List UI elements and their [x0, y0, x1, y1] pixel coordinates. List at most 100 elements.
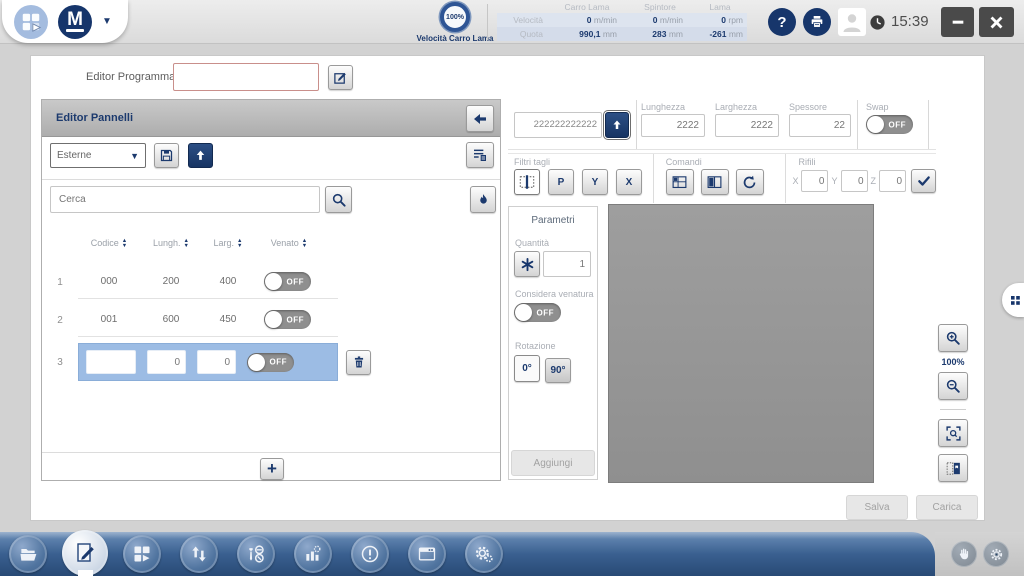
load-piece-button[interactable]: [605, 112, 629, 138]
top-bar: M ▼ 100% Velocità Carro Lama Carro Lama …: [0, 0, 1024, 44]
confirm-trims-button[interactable]: [911, 169, 936, 193]
logo-group: M ▼: [2, 0, 128, 43]
collapse-panel-button[interactable]: [466, 105, 494, 132]
readout-col-lama: Lama: [693, 2, 747, 12]
open-program-button[interactable]: [9, 535, 47, 573]
pause-hand-button[interactable]: [951, 541, 977, 567]
cutting-scheme-icon: [671, 174, 688, 191]
save-panels-button[interactable]: [154, 143, 179, 168]
add-piece-button[interactable]: Aggiungi: [511, 450, 595, 476]
trim-y-input[interactable]: [841, 170, 868, 192]
panel-row-2[interactable]: 2 001 600 450 OFF: [42, 302, 500, 338]
row3-larg-input[interactable]: [197, 350, 236, 374]
cutting-scheme-canvas[interactable]: [608, 204, 874, 483]
active-tab-notch: [78, 570, 93, 576]
panel-list-button[interactable]: [466, 142, 494, 168]
rotation-0-button[interactable]: 0°: [514, 355, 540, 382]
taskbar-right: [935, 532, 1024, 576]
optimize-button[interactable]: [666, 169, 694, 195]
close-button[interactable]: [979, 7, 1014, 37]
refresh-button[interactable]: [736, 169, 764, 195]
row2-venato-toggle[interactable]: OFF: [264, 310, 311, 329]
diagnostics-button[interactable]: [408, 535, 446, 573]
tooling-button[interactable]: [237, 535, 275, 573]
program-editor-label: Editor Programma: [86, 71, 175, 83]
topbar-divider: [487, 4, 488, 40]
header-lungh[interactable]: Lungh.▲▼: [140, 238, 202, 248]
quantity-input[interactable]: [543, 251, 591, 277]
check-icon: [917, 174, 931, 188]
header-venato[interactable]: Venato▲▼: [254, 238, 324, 248]
split-view-button[interactable]: [701, 169, 729, 195]
swap-toggle[interactable]: OFF: [866, 115, 913, 134]
grain-toggle[interactable]: OFF: [514, 303, 561, 322]
save-button[interactable]: Salva: [846, 495, 908, 520]
rotation-90-button[interactable]: 90°: [545, 358, 571, 383]
panel-row-3-selected[interactable]: 3 OFF: [42, 343, 500, 381]
row3-lungh-input[interactable]: [147, 350, 186, 374]
quantity-auto-button[interactable]: [514, 251, 540, 277]
zoom-fit-button[interactable]: [938, 419, 968, 447]
program-name-input[interactable]: [173, 63, 319, 91]
taskbar: [0, 532, 935, 576]
import-panels-button[interactable]: [188, 143, 213, 168]
zoom-out-icon: [945, 378, 962, 395]
piece-code-input[interactable]: [514, 112, 602, 138]
apps-menu-button[interactable]: [14, 5, 48, 39]
panel-editor-header: Editor Pannelli: [42, 100, 500, 137]
dim-spessore-input[interactable]: [789, 114, 851, 137]
statistics-button[interactable]: [294, 535, 332, 573]
hot-filter-button[interactable]: [470, 186, 496, 213]
side-drawer-handle[interactable]: [1002, 283, 1024, 317]
filter-p-button[interactable]: P: [548, 169, 574, 195]
brand-logo-button[interactable]: M: [58, 5, 92, 39]
logo-dropdown-caret-icon[interactable]: ▼: [102, 16, 112, 27]
ibeam-filter-icon: [518, 173, 536, 191]
delete-row-button[interactable]: [346, 350, 371, 375]
gauge-value: 100%: [446, 14, 464, 21]
row3-codice-input[interactable]: [86, 350, 136, 374]
position-lama: -261 mm: [693, 29, 747, 39]
filter-y-button[interactable]: Y: [582, 169, 608, 195]
dim-larghezza-input[interactable]: [715, 114, 779, 137]
sort-icon: ▲▼: [184, 239, 189, 248]
flip-view-button[interactable]: [938, 454, 968, 482]
alarms-button[interactable]: [351, 535, 389, 573]
screws-icon: [246, 544, 266, 564]
header-larg[interactable]: Larg.▲▼: [202, 238, 254, 248]
dim-lunghezza-input[interactable]: [641, 114, 705, 137]
zoom-in-button[interactable]: [938, 324, 968, 352]
dim-larghezza-label: Larghezza: [715, 102, 781, 112]
zoom-toolbar: 100%: [938, 324, 968, 482]
swap-label: Swap: [866, 102, 920, 112]
add-row-button[interactable]: +: [260, 458, 284, 480]
dim-lunghezza: Lunghezza: [637, 100, 711, 149]
settings-button[interactable]: [465, 535, 503, 573]
filter-all-button[interactable]: [514, 169, 540, 195]
row1-venato-toggle[interactable]: OFF: [264, 272, 311, 291]
piece-top-strip: Lunghezza Larghezza Spessore Swap OFF: [508, 100, 936, 150]
header-codice[interactable]: Codice▲▼: [78, 238, 140, 248]
row3-venato-toggle[interactable]: OFF: [247, 353, 294, 372]
panel-row-1[interactable]: 1 000 200 400 OFF: [42, 264, 500, 300]
readout-row-velocity-label: Velocità: [497, 15, 547, 25]
zoom-out-button[interactable]: [938, 372, 968, 400]
trim-z-input[interactable]: [879, 170, 906, 192]
print-button[interactable]: [803, 8, 831, 36]
user-avatar-button[interactable]: [838, 8, 866, 36]
cut-filters-group: Filtri tagli P Y X: [508, 154, 654, 203]
search-button[interactable]: [325, 186, 352, 213]
run-program-button[interactable]: [123, 535, 161, 573]
search-input[interactable]: [50, 186, 320, 213]
readout-row-position-label: Quota: [497, 29, 547, 39]
load-button[interactable]: Carica: [916, 495, 978, 520]
edit-program-button[interactable]: [328, 65, 353, 90]
filter-x-button[interactable]: X: [616, 169, 642, 195]
gauge-ring[interactable]: 100%: [440, 2, 470, 32]
axes-move-button[interactable]: [180, 535, 218, 573]
trim-x-input[interactable]: [801, 170, 828, 192]
panel-type-select[interactable]: Esterne ▼: [50, 143, 146, 168]
system-settings-button[interactable]: [983, 541, 1009, 567]
minimize-button[interactable]: [941, 7, 974, 37]
help-button[interactable]: ?: [768, 8, 796, 36]
